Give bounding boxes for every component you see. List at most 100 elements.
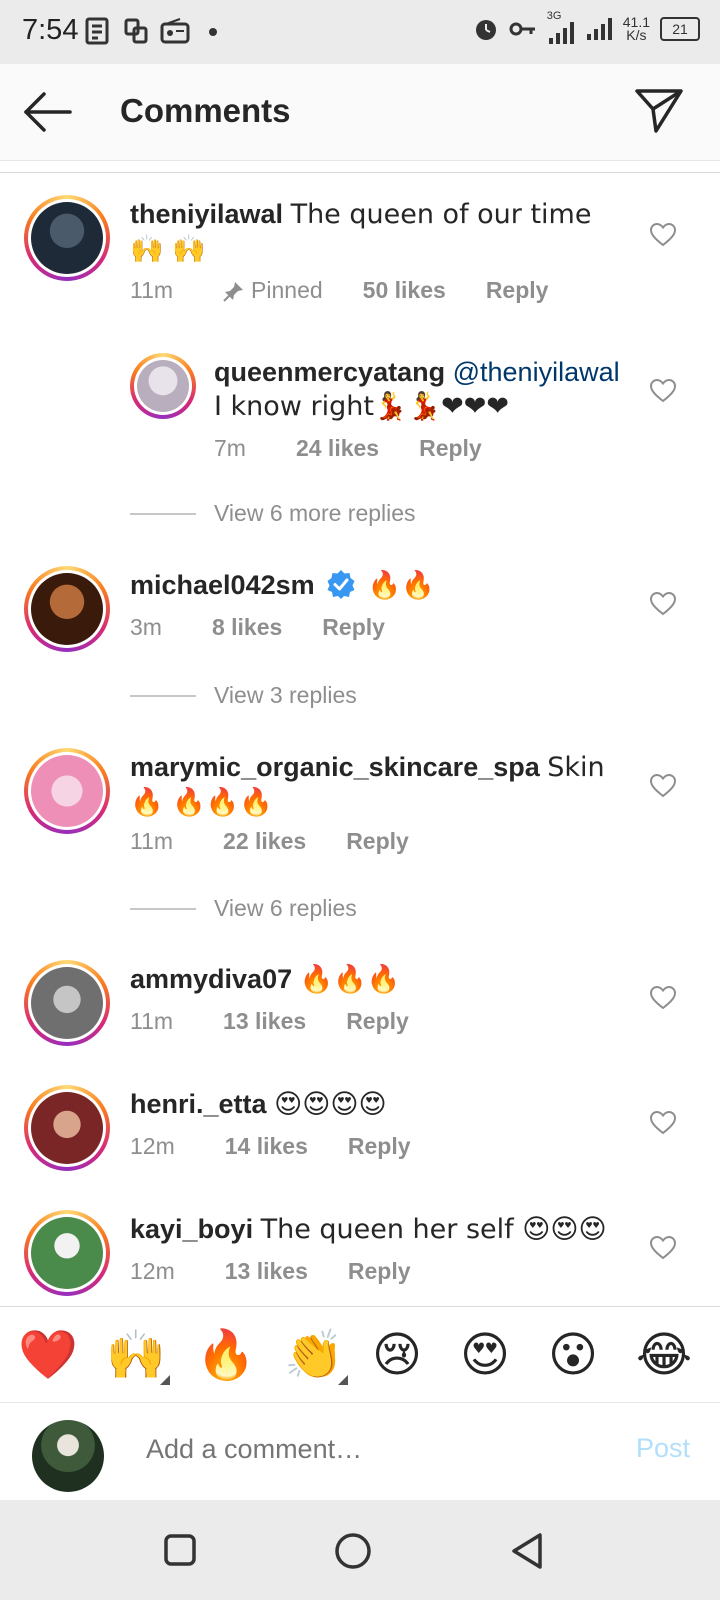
avatar[interactable] bbox=[24, 195, 110, 281]
recents-square-icon[interactable] bbox=[164, 1534, 196, 1566]
comment-time: 12m bbox=[130, 1258, 175, 1284]
reply-button[interactable]: Reply bbox=[346, 1008, 409, 1035]
like-heart-icon[interactable] bbox=[650, 379, 676, 403]
comment-username[interactable]: marymic_organic_skincare_spa bbox=[130, 752, 540, 782]
emoji-heart-button[interactable]: ❤️ bbox=[18, 1327, 78, 1383]
replies-divider bbox=[130, 907, 196, 910]
reply-button[interactable]: Reply bbox=[346, 828, 409, 855]
home-circle-icon[interactable] bbox=[334, 1532, 372, 1570]
avatar[interactable] bbox=[130, 353, 196, 419]
likes-count[interactable]: 13 likes bbox=[223, 1008, 306, 1035]
comment-meta: 12m 14 likes Reply bbox=[130, 1133, 411, 1160]
comment-username[interactable]: michael042sm bbox=[130, 570, 315, 600]
likes-count[interactable]: 50 likes bbox=[363, 277, 446, 304]
like-heart-icon[interactable] bbox=[650, 592, 676, 616]
reply-button[interactable]: Reply bbox=[348, 1133, 411, 1160]
like-heart-icon[interactable] bbox=[650, 1111, 676, 1135]
news-icon bbox=[85, 17, 109, 45]
comment-username[interactable]: queenmercyatang bbox=[214, 357, 445, 387]
back-arrow-icon[interactable] bbox=[22, 90, 72, 134]
emoji-heart-eyes-button[interactable]: 😍 bbox=[460, 1327, 510, 1383]
comment-text: marymic_organic_skincare_spa Skin 🔥 🔥🔥🔥 bbox=[130, 750, 620, 820]
status-right: 3G 41.1 K/s 21 bbox=[473, 10, 700, 44]
comment-meta: 3m 8 likes Reply bbox=[130, 614, 385, 641]
comment-text: theniyilawal The queen of our time 🙌 🙌 bbox=[130, 197, 610, 267]
emoji-fire-button[interactable]: 🔥 bbox=[196, 1327, 256, 1383]
avatar[interactable] bbox=[24, 1085, 110, 1171]
comment-time: 11m bbox=[130, 1008, 174, 1034]
comment-time: 3m bbox=[130, 614, 162, 640]
reply-button[interactable]: Reply bbox=[486, 277, 549, 304]
comment-input[interactable] bbox=[144, 1433, 588, 1466]
emoji-quick-bar: ❤️ 🙌 🔥 👏 😢 😍 😮 😂 bbox=[0, 1306, 720, 1403]
comment-meta: 7m 24 likes Reply bbox=[214, 435, 482, 462]
comment-username[interactable]: henri._etta bbox=[130, 1089, 267, 1119]
avatar[interactable] bbox=[24, 748, 110, 834]
comment-body: The queen her self 😍😍😍 bbox=[260, 1214, 607, 1245]
sync-icon bbox=[124, 18, 148, 44]
reply-button[interactable]: Reply bbox=[322, 614, 385, 641]
likes-count[interactable]: 22 likes bbox=[223, 828, 306, 855]
avatar[interactable] bbox=[24, 566, 110, 652]
comment-meta: 12m 13 likes Reply bbox=[130, 1258, 411, 1285]
back-triangle-icon[interactable] bbox=[510, 1532, 544, 1570]
view-replies-label[interactable]: View 6 more replies bbox=[214, 500, 416, 527]
view-replies[interactable]: View 6 replies bbox=[130, 895, 357, 922]
skin-tone-indicator-icon bbox=[338, 1375, 348, 1385]
avatar[interactable] bbox=[24, 1210, 110, 1296]
likes-count[interactable]: 14 likes bbox=[225, 1133, 308, 1160]
like-heart-icon[interactable] bbox=[650, 774, 676, 798]
signal-bars-icon bbox=[586, 18, 612, 40]
like-heart-icon[interactable] bbox=[650, 223, 676, 247]
emoji-raised-hands-button[interactable]: 🙌 bbox=[106, 1327, 166, 1383]
replies-divider bbox=[130, 512, 196, 515]
comment-meta: 11m 13 likes Reply bbox=[130, 1008, 409, 1035]
reply-button[interactable]: Reply bbox=[348, 1258, 411, 1285]
comment-text: michael042sm 🔥🔥 bbox=[130, 568, 610, 603]
signal-bars-icon bbox=[548, 22, 574, 44]
view-replies-label[interactable]: View 3 replies bbox=[214, 682, 357, 709]
emoji-clap-button[interactable]: 👏 bbox=[284, 1327, 344, 1383]
comment-username[interactable]: kayi_boyi bbox=[130, 1214, 253, 1244]
signal-1: 3G bbox=[547, 10, 577, 44]
like-heart-icon[interactable] bbox=[650, 986, 676, 1010]
likes-count[interactable]: 24 likes bbox=[296, 435, 379, 462]
mention-link[interactable]: @theniyilawal bbox=[453, 357, 620, 387]
comment-composer: Post bbox=[0, 1402, 720, 1501]
comment-time: 12m bbox=[130, 1133, 175, 1159]
comment-body: 🔥🔥 bbox=[367, 570, 435, 601]
view-replies[interactable]: View 3 replies bbox=[130, 682, 357, 709]
emoji-laughing-button[interactable]: 😂 bbox=[636, 1327, 692, 1383]
comment-text: queenmercyatang @theniyilawal I know rig… bbox=[214, 355, 624, 424]
dot-icon bbox=[209, 28, 217, 36]
key-icon bbox=[509, 22, 535, 36]
emoji-crying-button[interactable]: 😢 bbox=[372, 1327, 422, 1383]
likes-count[interactable]: 13 likes bbox=[225, 1258, 308, 1285]
avatar[interactable] bbox=[24, 960, 110, 1046]
emoji-surprised-button[interactable]: 😮 bbox=[548, 1327, 598, 1383]
likes-count[interactable]: 8 likes bbox=[212, 614, 282, 641]
net-speed: 41.1 K/s bbox=[622, 14, 650, 43]
comment-body: I know right💃💃❤❤❤ bbox=[214, 391, 510, 422]
comment-time: 11m bbox=[130, 277, 174, 303]
post-button[interactable]: Post bbox=[636, 1433, 690, 1464]
view-more-replies[interactable]: View 6 more replies bbox=[130, 500, 416, 527]
pinned-label: Pinned bbox=[223, 277, 323, 304]
verified-badge-icon bbox=[327, 570, 355, 599]
comment-username[interactable]: ammydiva07 bbox=[130, 964, 292, 994]
paper-plane-icon[interactable] bbox=[634, 88, 684, 134]
comment-time: 7m bbox=[214, 435, 246, 461]
alarm-icon bbox=[475, 20, 496, 40]
view-replies-label[interactable]: View 6 replies bbox=[214, 895, 357, 922]
comment-meta: 11m 22 likes Reply bbox=[130, 828, 409, 855]
like-heart-icon[interactable] bbox=[650, 1236, 676, 1260]
comment-body: 🔥🔥🔥 bbox=[299, 964, 401, 995]
status-time: 7:54 bbox=[22, 14, 79, 46]
comment-meta: 11m Pinned 50 likes Reply bbox=[130, 277, 548, 304]
comment-body: 😍😍😍😍 bbox=[274, 1089, 387, 1120]
comment-username[interactable]: theniyilawal bbox=[130, 199, 283, 229]
status-bar: 7:54 3G 41.1 K/s 21 bbox=[0, 0, 720, 64]
reply-button[interactable]: Reply bbox=[419, 435, 482, 462]
comment-text: henri._etta 😍😍😍😍 bbox=[130, 1087, 610, 1122]
comments-list[interactable]: theniyilawal The queen of our time 🙌 🙌 1… bbox=[0, 173, 720, 1305]
